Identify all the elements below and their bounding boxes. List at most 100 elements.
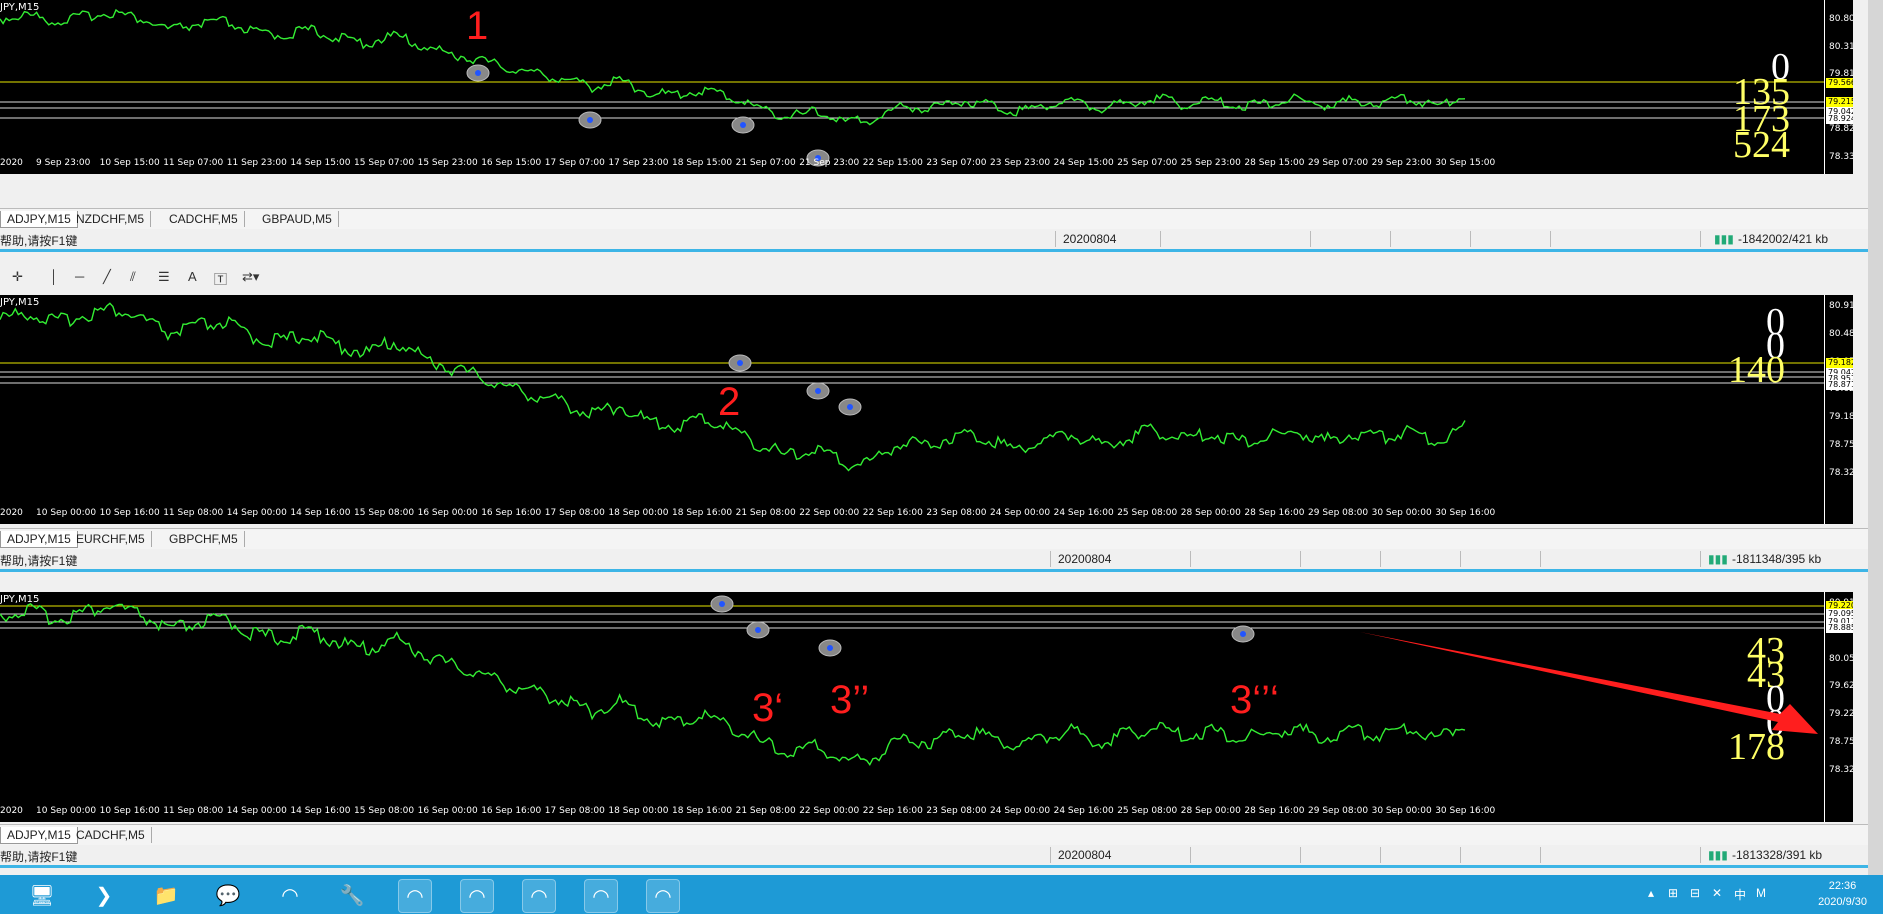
text-icon[interactable]: A bbox=[188, 269, 197, 284]
powershell-icon[interactable]: ❯ bbox=[88, 879, 120, 911]
price-tick: 78.750 bbox=[1829, 737, 1853, 747]
crosshair-icon[interactable]: ✛ bbox=[12, 269, 23, 285]
clock-date: 2020/9/30 bbox=[1818, 896, 1867, 908]
fibonacci-icon[interactable]: ☰ bbox=[158, 269, 170, 285]
wechat-icon[interactable]: 💬 bbox=[212, 879, 244, 911]
server-manager-icon[interactable]: 🖥 bbox=[26, 879, 58, 911]
metatrader-window-3-icon[interactable]: ◠ bbox=[522, 879, 556, 913]
tools-icon[interactable]: 🔧 bbox=[336, 879, 368, 911]
price-tick: 78.320 bbox=[1829, 764, 1853, 775]
time-tick: 2020 bbox=[0, 508, 23, 518]
annotation-marker-1: 1 bbox=[466, 4, 489, 48]
tray-expand-icon[interactable]: ▴ bbox=[1648, 886, 1654, 900]
time-tick: 10 Sep 15:00 bbox=[99, 158, 160, 168]
trade-marker-dot bbox=[815, 388, 821, 394]
chart-tab[interactable]: CADCHF,M5 bbox=[163, 211, 245, 227]
time-tick: 28 Sep 00:00 bbox=[1180, 508, 1241, 518]
price-axis: 80.91080.48080.05079.62079.18278.75078.3… bbox=[1824, 295, 1853, 524]
price-line-chart-1 bbox=[0, 8, 1824, 167]
clock-time: 22:36 bbox=[1828, 880, 1857, 892]
window-scrollbar[interactable] bbox=[1868, 0, 1883, 875]
time-axis: 2020 9 Sep 23:00 10 Sep 15:00 11 Sep 07:00 1… bbox=[0, 158, 1495, 172]
time-axis: 2020 10 Sep 00:00 10 Sep 16:00 11 Sep 08:00… bbox=[0, 508, 1495, 522]
chart-panel-1[interactable]: JPY,M15 80.80080.31079.81079.32078.82078… bbox=[0, 0, 1853, 174]
status-help-text: 帮助,请按F1键 bbox=[0, 234, 78, 248]
price-tick: 80.310 bbox=[1829, 41, 1853, 52]
status-help-text: 帮助,请按F1键 bbox=[0, 850, 78, 864]
chart-panel-3[interactable]: JPY,M15 80.91080.48080.05079.62079.22078… bbox=[0, 592, 1853, 822]
tray-app-icon[interactable]: ⊟ bbox=[1690, 886, 1700, 900]
time-tick: 29 Sep 07:00 bbox=[1308, 158, 1369, 168]
label-icon[interactable]: 🅃 bbox=[214, 269, 227, 288]
time-tick: 23 Sep 08:00 bbox=[926, 508, 987, 518]
price-tick: 79.620 bbox=[1829, 681, 1853, 692]
time-tick: 24 Sep 00:00 bbox=[990, 508, 1051, 518]
windows-taskbar: 🖥 ❯ 📁 💬 ◠ 🔧 ◠ ◠ ◠ ◠ ◠ ▴ ⊞ ⊟ ✕ 中 M 22:36 … bbox=[0, 875, 1883, 914]
chart-tab[interactable]: ADJPY,M15 bbox=[0, 211, 78, 228]
time-tick: 17 Sep 07:00 bbox=[544, 158, 605, 168]
status-bar-3: 帮助,请按F1键 20200804 ▮▮▮ -1813328/391 kb bbox=[0, 845, 1868, 868]
time-tick: 24 Sep 16:00 bbox=[1053, 508, 1114, 518]
chart-tab[interactable]: CADCHF,M5 bbox=[70, 827, 152, 843]
time-tick: 15 Sep 08:00 bbox=[354, 508, 415, 518]
chart-tabs-3: ADJPY,M15 CADCHF,M5 bbox=[0, 824, 1868, 846]
trade-marker-dot bbox=[737, 360, 743, 366]
time-tick: 10 Sep 16:00 bbox=[99, 508, 160, 518]
metatrader-window-4-icon[interactable]: ◠ bbox=[584, 879, 618, 913]
vertical-line-icon[interactable]: │ bbox=[50, 269, 58, 284]
horizontal-line-icon[interactable]: ─ bbox=[75, 269, 84, 284]
red-arrow-annotation bbox=[1360, 632, 1818, 734]
trade-marker-dot bbox=[475, 70, 481, 76]
connection-icon: ▮▮▮ bbox=[1714, 232, 1734, 246]
channel-icon[interactable]: ⫽ bbox=[130, 269, 136, 285]
chart-tabs-2: ADJPY,M15 EURCHF,M5 GBPCHF,M5 bbox=[0, 528, 1868, 550]
status-date: 20200804 bbox=[1058, 552, 1112, 566]
price-tick: 78.820 bbox=[1829, 124, 1853, 134]
ime-indicator[interactable]: 中 bbox=[1734, 886, 1746, 903]
status-help-text: 帮助,请按F1键 bbox=[0, 554, 78, 568]
time-tick: 9 Sep 23:00 bbox=[36, 158, 91, 168]
time-tick: 28 Sep 16:00 bbox=[1244, 508, 1305, 518]
status-bar-2: 帮助,请按F1键 20200804 ▮▮▮ -1811348/395 kb bbox=[0, 549, 1868, 572]
system-clock[interactable]: 22:36 2020/9/30 bbox=[1818, 878, 1867, 910]
time-tick: 30 Sep 16:00 bbox=[1435, 508, 1496, 518]
time-tick: 17 Sep 08:00 bbox=[544, 508, 605, 518]
time-tick: 16 Sep 15:00 bbox=[481, 158, 542, 168]
chart-tab[interactable]: GBPAUD,M5 bbox=[256, 211, 339, 227]
file-explorer-icon[interactable]: 📁 bbox=[150, 879, 182, 911]
network-icon[interactable]: ⊞ bbox=[1668, 886, 1678, 900]
chart-tab[interactable]: GBPCHF,M5 bbox=[163, 531, 245, 547]
metatrader-window-2-icon[interactable]: ◠ bbox=[460, 879, 494, 913]
time-tick: 23 Sep 23:00 bbox=[990, 158, 1051, 168]
time-tick: 28 Sep 15:00 bbox=[1244, 158, 1305, 168]
time-tick: 11 Sep 07:00 bbox=[163, 158, 224, 168]
time-tick: 22 Sep 00:00 bbox=[799, 508, 860, 518]
position-count-number: 524 bbox=[1733, 124, 1790, 166]
status-traffic: -1811348/395 kb bbox=[1732, 552, 1822, 566]
time-tick: 25 Sep 07:00 bbox=[1117, 158, 1178, 168]
chart-panel-2[interactable]: JPY,M15 80.91080.48080.05079.62079.18278… bbox=[0, 295, 1853, 524]
chart-tabs-1: ADJPY,M15 NZDCHF,M5 CADCHF,M5 GBPAUD,M5 bbox=[0, 208, 1868, 230]
trendline-icon[interactable]: ╱ bbox=[103, 269, 111, 285]
trade-marker-dot bbox=[740, 122, 746, 128]
connection-icon: ▮▮▮ bbox=[1708, 552, 1728, 566]
metatrader-icon[interactable]: ◠ bbox=[274, 879, 306, 911]
price-tick: 78.320 bbox=[1829, 467, 1853, 478]
ime-mode[interactable]: M bbox=[1756, 886, 1766, 900]
annotation-marker-2: 2 bbox=[718, 380, 741, 424]
price-label: 79.566 bbox=[1826, 78, 1853, 88]
price-tick: 80.480 bbox=[1829, 328, 1853, 339]
time-tick: 14 Sep 16:00 bbox=[290, 508, 351, 518]
metatrader-window-5-icon[interactable]: ◠ bbox=[646, 879, 680, 913]
chart-tab[interactable]: NZDCHF,M5 bbox=[70, 211, 151, 227]
price-tick: 79.182 bbox=[1829, 412, 1853, 423]
time-tick: 21 Sep 23:00 bbox=[799, 158, 860, 168]
arrows-dropdown-icon[interactable]: ⇄▾ bbox=[242, 269, 259, 285]
chart-tab[interactable]: EURCHF,M5 bbox=[70, 531, 152, 547]
chart-tab[interactable]: ADJPY,M15 bbox=[0, 827, 78, 844]
time-tick: 22 Sep 15:00 bbox=[862, 158, 923, 168]
metatrader-window-1-icon[interactable]: ◠ bbox=[398, 879, 432, 913]
volume-icon[interactable]: ✕ bbox=[1712, 886, 1722, 900]
chart-tab[interactable]: ADJPY,M15 bbox=[0, 531, 78, 548]
time-tick: 23 Sep 07:00 bbox=[926, 158, 987, 168]
